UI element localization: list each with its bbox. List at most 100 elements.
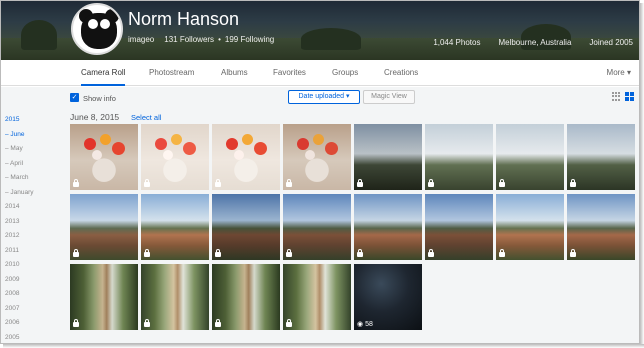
profile-stats: 1,044 Photos Melbourne, Australia Joined… bbox=[433, 38, 633, 47]
private-lock-icon bbox=[286, 249, 292, 257]
private-lock-icon bbox=[73, 319, 79, 327]
photo-thumbnail[interactable] bbox=[354, 124, 422, 190]
profile-meta: imageo 131 Followers • 199 Following bbox=[128, 35, 274, 44]
magic-view-button[interactable]: Magic View bbox=[363, 90, 415, 104]
gallery-toolbar: ✓ Show info Date uploaded ▾ Magic View bbox=[1, 87, 639, 109]
private-lock-icon bbox=[73, 249, 79, 257]
sidebar-item-2015[interactable]: 2015 bbox=[5, 113, 55, 128]
profile-name: Norm Hanson bbox=[128, 9, 240, 29]
photo-thumbnail[interactable] bbox=[425, 194, 493, 260]
username[interactable]: imageo bbox=[128, 35, 154, 44]
view-count-value: 58 bbox=[365, 321, 373, 328]
private-lock-icon bbox=[428, 249, 434, 257]
avatar-eye bbox=[100, 19, 110, 29]
photo-row bbox=[70, 194, 636, 260]
private-lock-icon bbox=[144, 319, 150, 327]
gallery-area: 2015 – June – May – April – March – Janu… bbox=[1, 109, 639, 344]
eye-icon: ◉ bbox=[357, 321, 364, 328]
private-lock-icon bbox=[570, 179, 576, 187]
sidebar-item-march[interactable]: – March bbox=[5, 171, 55, 186]
sidebar-item-2006[interactable]: 2006 bbox=[5, 316, 55, 331]
photo-thumbnail[interactable] bbox=[354, 194, 422, 260]
photo-thumbnail[interactable] bbox=[70, 124, 138, 190]
private-lock-icon bbox=[286, 319, 292, 327]
sidebar-item-2013[interactable]: 2013 bbox=[5, 215, 55, 230]
sidebar-item-2009[interactable]: 2009 bbox=[5, 273, 55, 288]
tab-albums[interactable]: Albums bbox=[221, 60, 248, 86]
tab-groups[interactable]: Groups bbox=[332, 60, 358, 86]
photo-thumbnail[interactable] bbox=[567, 194, 635, 260]
sidebar-item-january[interactable]: – January bbox=[5, 186, 55, 201]
tab-photostream[interactable]: Photostream bbox=[149, 60, 194, 86]
sidebar-item-2008[interactable]: 2008 bbox=[5, 287, 55, 302]
private-lock-icon bbox=[428, 179, 434, 187]
private-lock-icon bbox=[357, 249, 363, 257]
photo-thumbnail[interactable] bbox=[283, 264, 351, 330]
photo-thumbnail[interactable] bbox=[212, 124, 280, 190]
sidebar-item-2005[interactable]: 2005 bbox=[5, 331, 55, 344]
sidebar-item-april[interactable]: – April bbox=[5, 157, 55, 172]
select-all-link[interactable]: Select all bbox=[131, 113, 161, 122]
private-lock-icon bbox=[215, 249, 221, 257]
followers-link[interactable]: 131 Followers bbox=[164, 35, 214, 44]
photo-thumbnail[interactable] bbox=[425, 124, 493, 190]
tab-favorites[interactable]: Favorites bbox=[273, 60, 306, 86]
grid-view-icon[interactable] bbox=[612, 92, 621, 101]
more-menu[interactable]: More ▾ bbox=[607, 60, 631, 86]
private-lock-icon bbox=[144, 249, 150, 257]
private-lock-icon bbox=[215, 319, 221, 327]
date-group-header: June 8, 2015 bbox=[70, 112, 120, 122]
window-shadow bbox=[640, 3, 644, 348]
avatar-eye bbox=[88, 19, 98, 29]
view-count: ◉ 58 bbox=[357, 320, 373, 328]
sidebar-item-2012[interactable]: 2012 bbox=[5, 229, 55, 244]
photo-thumbnail[interactable] bbox=[283, 124, 351, 190]
photo-thumbnail[interactable] bbox=[567, 124, 635, 190]
sort-dropdown[interactable]: Date uploaded ▾ bbox=[288, 90, 360, 104]
cover-tree bbox=[301, 28, 361, 50]
sidebar-item-2010[interactable]: 2010 bbox=[5, 258, 55, 273]
photo-thumbnail[interactable] bbox=[70, 194, 138, 260]
photo-row: ◉ 58 bbox=[70, 264, 636, 330]
photo-grid: ◉ 58 bbox=[70, 124, 636, 334]
private-lock-icon bbox=[570, 249, 576, 257]
photo-thumbnail[interactable] bbox=[496, 124, 564, 190]
separator-dot: • bbox=[218, 35, 221, 44]
private-lock-icon bbox=[357, 179, 363, 187]
photo-thumbnail[interactable] bbox=[212, 194, 280, 260]
photo-thumbnail[interactable] bbox=[496, 194, 564, 260]
photo-row bbox=[70, 124, 636, 190]
profile-header: Norm Hanson imageo 131 Followers • 199 F… bbox=[1, 1, 639, 60]
photo-thumbnail[interactable] bbox=[70, 264, 138, 330]
private-lock-icon bbox=[286, 179, 292, 187]
tab-creations[interactable]: Creations bbox=[384, 60, 418, 86]
tab-camera-roll[interactable]: Camera Roll bbox=[81, 60, 126, 86]
sidebar-item-may[interactable]: – May bbox=[5, 142, 55, 157]
private-lock-icon bbox=[144, 179, 150, 187]
private-lock-icon bbox=[499, 179, 505, 187]
window-shadow bbox=[3, 344, 644, 348]
avatar[interactable] bbox=[71, 3, 123, 55]
private-lock-icon bbox=[215, 179, 221, 187]
large-grid-view-icon[interactable] bbox=[625, 92, 634, 101]
cover-tree bbox=[21, 20, 57, 50]
photo-thumbnail[interactable] bbox=[283, 194, 351, 260]
profile-tabs: Camera Roll Photostream Albums Favorites… bbox=[1, 60, 639, 86]
sidebar-item-june[interactable]: – June bbox=[5, 128, 55, 143]
flickr-window: Norm Hanson imageo 131 Followers • 199 F… bbox=[0, 0, 640, 344]
show-info-label[interactable]: Show info bbox=[83, 94, 116, 103]
avatar-face bbox=[81, 13, 117, 49]
photo-thumbnail[interactable] bbox=[141, 194, 209, 260]
photo-thumbnail[interactable]: ◉ 58 bbox=[354, 264, 422, 330]
sidebar-item-2011[interactable]: 2011 bbox=[5, 244, 55, 259]
photo-thumbnail[interactable] bbox=[212, 264, 280, 330]
sidebar-item-2007[interactable]: 2007 bbox=[5, 302, 55, 317]
sidebar-item-2014[interactable]: 2014 bbox=[5, 200, 55, 215]
photo-thumbnail[interactable] bbox=[141, 124, 209, 190]
location: Melbourne, Australia bbox=[498, 38, 572, 47]
photo-thumbnail[interactable] bbox=[141, 264, 209, 330]
following-link[interactable]: 199 Following bbox=[225, 35, 274, 44]
date-sidebar: 2015 – June – May – April – March – Janu… bbox=[5, 113, 55, 344]
photo-count: 1,044 Photos bbox=[433, 38, 481, 47]
show-info-checkbox[interactable]: ✓ bbox=[70, 93, 79, 102]
